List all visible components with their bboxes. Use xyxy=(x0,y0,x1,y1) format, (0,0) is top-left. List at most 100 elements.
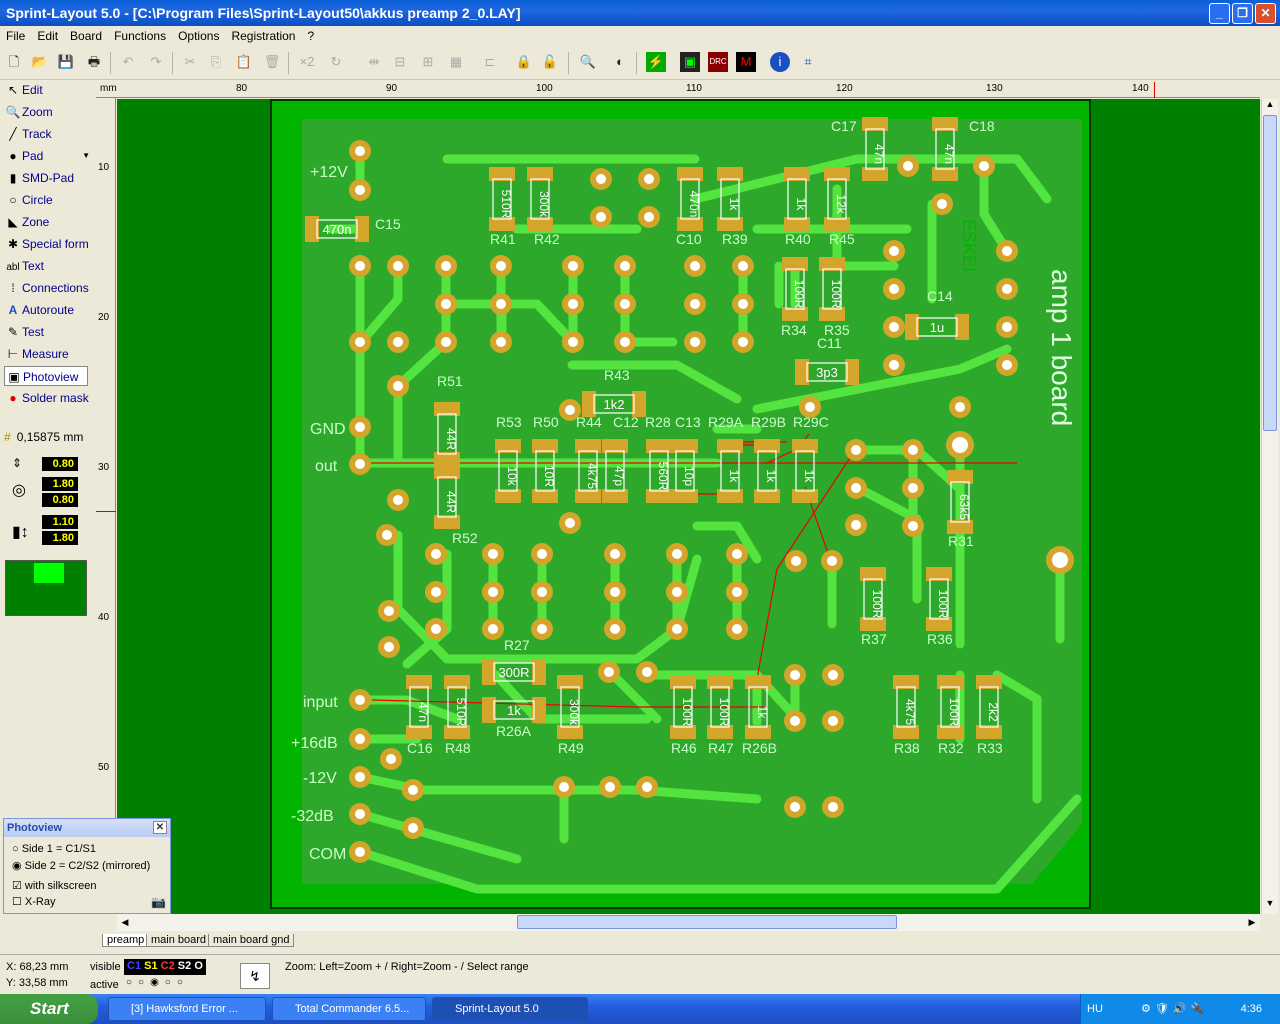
open-icon[interactable]: 📂 xyxy=(30,52,50,72)
autoroute-icon[interactable]: ⚡ xyxy=(646,52,666,72)
info-icon[interactable]: i xyxy=(770,52,790,72)
macro-icon[interactable]: M xyxy=(736,52,756,72)
connection-icon[interactable]: ↯ xyxy=(240,963,270,989)
pad-outer-value[interactable]: 1.80 xyxy=(42,477,78,491)
tool-smd-pad[interactable]: ▮ SMD-Pad xyxy=(4,168,90,188)
pcb-canvas[interactable]: 510R R41 300k R42 470n C10 1k R39 1k R40 12k R45 47n… xyxy=(117,99,1260,914)
component-r36[interactable]: 100R R36 xyxy=(926,567,953,647)
horizontal-scroll-thumb[interactable] xyxy=(517,915,897,929)
start-button[interactable]: Start xyxy=(0,994,98,1024)
tool-zoom[interactable]: 🔍 Zoom xyxy=(4,102,90,122)
active-layer-radios[interactable]: ○○◉○○ xyxy=(126,977,189,988)
tool-test[interactable]: ✎ Test xyxy=(4,322,90,342)
layer-visibility[interactable]: C1 S1 C2 S2 O xyxy=(124,959,206,975)
task-sprint-layout[interactable]: Sprint-Layout 5.0 xyxy=(432,997,588,1021)
tool-autoroute[interactable]: A Autoroute xyxy=(4,300,90,320)
rotate-icon[interactable]: ↻ xyxy=(326,52,346,72)
x2-icon[interactable]: ×2 xyxy=(296,52,318,72)
zoom-icon[interactable]: 🔍 xyxy=(578,52,598,72)
xray-checkbox[interactable]: ☐ X-Ray xyxy=(12,895,55,908)
tray-icons[interactable]: ⚙🛡🔊🔌 xyxy=(1141,994,1208,1024)
scroll-up-icon[interactable]: ▲ xyxy=(1263,99,1277,115)
test-icon[interactable]: ▣ xyxy=(680,52,700,72)
layer-icon[interactable]: ◐ xyxy=(610,52,630,72)
scroll-right-icon[interactable]: ▶ xyxy=(1244,914,1260,930)
task-browser[interactable]: [3] Hawksford Error ... xyxy=(108,997,266,1021)
side2-radio[interactable]: ◉ Side 2 = C2/S2 (mirrored) xyxy=(12,859,150,872)
component-r38[interactable]: 4k75 R38 xyxy=(893,675,920,756)
group-icon[interactable]: ⊞ xyxy=(418,52,438,72)
layer-s2[interactable]: S2 xyxy=(178,960,191,972)
drc-icon[interactable]: DRC xyxy=(708,52,728,72)
close-icon[interactable]: ✕ xyxy=(153,821,167,834)
scroll-left-icon[interactable]: ◀ xyxy=(117,914,133,930)
tool-track[interactable]: ╱ Track xyxy=(4,124,90,144)
tool-photoview[interactable]: ▣ Photoview xyxy=(4,366,88,386)
ungroup-icon[interactable]: ▦ xyxy=(446,52,466,72)
menu-functions[interactable]: Functions xyxy=(108,26,172,46)
component-r49[interactable]: 300k R49 xyxy=(557,675,584,756)
track-width-value[interactable]: 0.80 xyxy=(42,457,78,471)
vertical-scrollbar[interactable]: ▲ ▼ xyxy=(1261,99,1278,914)
tool-pad[interactable]: ● Pad ▼ xyxy=(4,146,90,166)
menu-help[interactable]: ? xyxy=(301,26,320,46)
align-icon[interactable]: ⊟ xyxy=(390,52,410,72)
menu-options[interactable]: Options xyxy=(172,26,225,46)
delete-icon[interactable]: 🗑 xyxy=(262,52,282,72)
tool-measure[interactable]: ⊢ Measure xyxy=(4,344,90,364)
redo-icon[interactable]: ↷ xyxy=(146,52,166,72)
unlock-icon[interactable]: 🔓 xyxy=(540,52,560,72)
component-r32[interactable]: 100R R32 xyxy=(937,675,964,756)
tool-circle[interactable]: ○ Circle xyxy=(4,190,90,210)
tab-main-board-gnd[interactable]: main board gnd xyxy=(208,934,295,947)
pad-inner-value[interactable]: 0.80 xyxy=(42,493,78,507)
cut-icon[interactable]: ✂ xyxy=(180,52,200,72)
menu-file[interactable]: File xyxy=(0,26,31,46)
smd-width-value[interactable]: 1.10 xyxy=(42,515,78,529)
print-icon[interactable]: 🖶 xyxy=(84,52,104,72)
horizontal-scrollbar[interactable]: ◀ ▶ xyxy=(117,914,1260,931)
close-button[interactable]: ✕ xyxy=(1255,3,1276,24)
paste-icon[interactable]: 📋 xyxy=(234,52,254,72)
lock-icon[interactable]: 🔒 xyxy=(514,52,534,72)
undo-icon[interactable]: ↶ xyxy=(118,52,138,72)
maximize-button[interactable]: ❐ xyxy=(1232,3,1253,24)
menu-edit[interactable]: Edit xyxy=(31,26,64,46)
tool-special-form[interactable]: ✱ Special form xyxy=(4,234,90,254)
component-r46[interactable]: 100R R46 xyxy=(670,675,697,756)
layer-c2[interactable]: C2 xyxy=(161,960,175,972)
lang-indicator[interactable]: HU xyxy=(1087,994,1103,1024)
component-r40[interactable]: 1k R40 xyxy=(784,167,811,247)
component-c16[interactable]: 47n C16 xyxy=(406,675,433,756)
component-r48[interactable]: 510R R48 xyxy=(444,675,471,756)
component-r33[interactable]: 2k2 R33 xyxy=(976,675,1003,756)
component-r31[interactable]: 63k5 R31 xyxy=(947,470,974,549)
copy-icon[interactable]: ⎘ xyxy=(206,52,226,72)
tab-main-board[interactable]: main board xyxy=(146,934,212,947)
layer-o[interactable]: O xyxy=(194,960,203,972)
vertical-scroll-thumb[interactable] xyxy=(1263,115,1277,431)
tool-zone[interactable]: ◣ Zone xyxy=(4,212,90,232)
task-total-commander[interactable]: Total Commander 6.5... xyxy=(272,997,426,1021)
grid-setting[interactable]: #0,15875 mm xyxy=(4,430,83,444)
tool-connections[interactable]: ⁞ Connections xyxy=(4,278,90,298)
layout-icon[interactable]: ⊏ xyxy=(480,52,500,72)
crop-icon[interactable]: ⌗ xyxy=(798,52,818,72)
layer-c1[interactable]: C1 xyxy=(127,960,141,972)
camera-icon[interactable]: 📷 xyxy=(151,895,166,909)
mirror-icon[interactable]: ⇹ xyxy=(364,52,384,72)
minimize-button[interactable]: _ xyxy=(1209,3,1230,24)
silkscreen-checkbox[interactable]: ☑ with silkscreen xyxy=(12,879,96,892)
menu-registration[interactable]: Registration xyxy=(225,26,301,46)
side1-radio[interactable]: ○ Side 1 = C1/S1 xyxy=(12,843,96,855)
layer-s1[interactable]: S1 xyxy=(144,960,157,972)
save-icon[interactable]: 💾 xyxy=(56,52,76,72)
tool-text[interactable]: abl Text xyxy=(4,256,90,276)
tab-preamp[interactable]: preamp xyxy=(102,934,150,947)
component-r41[interactable]: 510R R41 xyxy=(489,167,516,247)
tool-solder-mask[interactable]: ● Solder mask xyxy=(4,388,90,408)
component-r47[interactable]: 100R R47 xyxy=(707,675,734,756)
tool-edit[interactable]: ↖ Edit xyxy=(4,80,90,100)
component-r37[interactable]: 100R R37 xyxy=(860,567,887,647)
smd-height-value[interactable]: 1.80 xyxy=(42,531,78,545)
